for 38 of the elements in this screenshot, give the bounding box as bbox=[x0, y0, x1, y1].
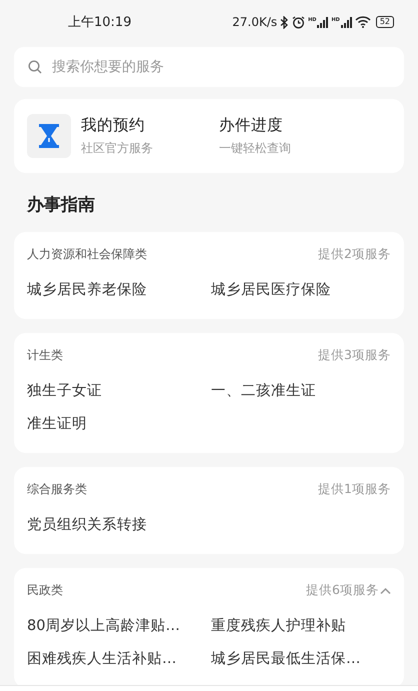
bluetooth-icon bbox=[280, 16, 290, 28]
chevron-up-icon[interactable] bbox=[380, 586, 391, 594]
service-item[interactable]: 困难残疾人生活补贴… bbox=[27, 649, 207, 668]
service-item[interactable]: 城乡居民医疗保险 bbox=[211, 280, 391, 299]
clock-time: 上午10:19 bbox=[68, 14, 132, 31]
service-item[interactable]: 一、二孩准生证 bbox=[211, 381, 391, 400]
service-item[interactable]: 党员组织关系转接 bbox=[27, 515, 207, 534]
shortcut-subtitle: 社区官方服务 bbox=[81, 140, 153, 157]
signal-icon bbox=[340, 16, 352, 28]
service-item[interactable]: 城乡居民养老保险 bbox=[27, 280, 207, 299]
search-icon bbox=[28, 60, 42, 74]
battery-indicator: 52 bbox=[376, 16, 394, 28]
service-count: 提供6项服务 bbox=[306, 582, 379, 599]
service-item[interactable]: 80周岁以上高龄津贴… bbox=[27, 616, 207, 635]
alarm-icon bbox=[292, 16, 306, 28]
service-count: 提供3项服务 bbox=[318, 347, 391, 364]
service-item[interactable]: 重度残疾人护理补贴 bbox=[211, 616, 391, 635]
group-name: 民政类 bbox=[27, 582, 63, 599]
section-title: 办事指南 bbox=[27, 195, 95, 215]
group-name: 人力资源和社会保障类 bbox=[27, 246, 147, 263]
shortcut-subtitle: 一键轻松查询 bbox=[219, 140, 291, 157]
group-name: 综合服务类 bbox=[27, 481, 87, 498]
shortcut-title: 办件进度 bbox=[219, 115, 284, 136]
wifi-icon bbox=[354, 16, 371, 28]
network-speed: 27.0K/s bbox=[232, 15, 278, 29]
shortcut-item[interactable]: 办件进度 一键轻松查询 bbox=[209, 114, 391, 158]
group-name: 计生类 bbox=[27, 347, 63, 364]
hourglass-icon bbox=[27, 114, 71, 158]
shortcut-item[interactable]: 我的预约 社区官方服务 bbox=[27, 114, 209, 158]
service-item[interactable]: 准生证明 bbox=[27, 414, 207, 433]
signal-icon bbox=[317, 16, 328, 28]
service-item[interactable]: 城乡居民最低生活保… bbox=[211, 649, 391, 668]
search-bar[interactable]: 搜索你想要的服务 bbox=[14, 47, 404, 87]
search-field[interactable]: 搜索你想要的服务 bbox=[50, 58, 390, 76]
service-count: 提供1项服务 bbox=[318, 481, 391, 498]
service-count: 提供2项服务 bbox=[318, 246, 391, 263]
shortcut-title: 我的预约 bbox=[81, 115, 146, 136]
service-item[interactable]: 独生子女证 bbox=[27, 381, 207, 400]
